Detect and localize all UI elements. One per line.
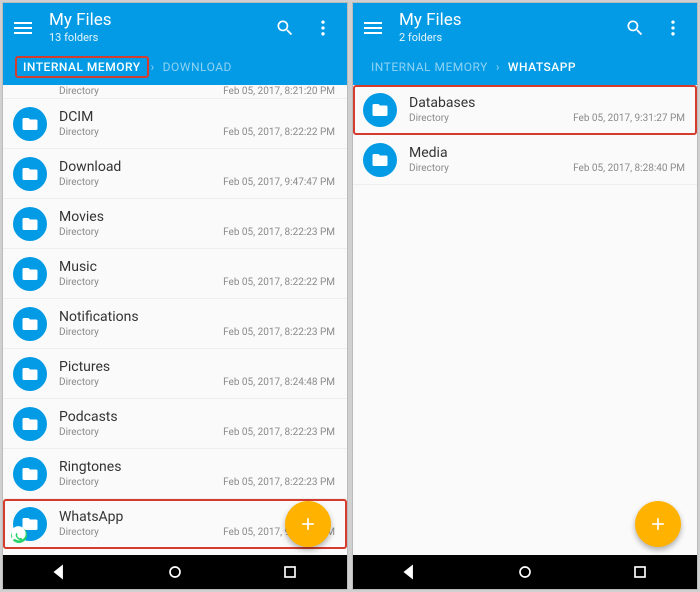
- appbar: My Files 2 folders: [353, 3, 697, 53]
- folder-icon: [363, 93, 397, 127]
- file-list[interactable]: Databases Directory Feb 05, 2017, 9:31:27 …: [353, 85, 697, 555]
- item-name: Podcasts: [59, 409, 335, 425]
- item-name: Media: [409, 145, 685, 161]
- crumb-download[interactable]: DOWNLOAD: [157, 56, 238, 78]
- home-button[interactable]: [515, 562, 535, 582]
- list-item[interactable]: Ringtones Directory Feb 05, 2017, 8:22:23 …: [3, 449, 347, 499]
- folder-icon: [13, 257, 47, 291]
- file-list[interactable]: Directory Feb 05, 2017, 8:21:20 PM DCIMD…: [3, 85, 347, 555]
- app-subtitle: 2 folders: [399, 31, 625, 44]
- item-name: Pictures: [59, 359, 335, 375]
- item-name: DCIM: [59, 109, 335, 125]
- item-type: Directory: [59, 327, 99, 338]
- chevron-right-icon: ›: [496, 60, 500, 74]
- item-name: Ringtones: [59, 459, 335, 475]
- app-title: My Files: [399, 12, 625, 29]
- item-type: Directory: [59, 227, 99, 238]
- item-type: Directory: [59, 377, 99, 388]
- item-date: Feb 05, 2017, 9:31:27 PM: [573, 113, 685, 124]
- item-type: Directory: [59, 277, 99, 288]
- item-date: Feb 05, 2017, 8:22:23 PM: [223, 327, 335, 338]
- breadcrumbs: INTERNAL MEMORY › DOWNLOAD: [3, 53, 347, 85]
- recents-button[interactable]: [630, 562, 650, 582]
- folder-icon: [13, 157, 47, 191]
- list-item[interactable]: Podcasts Directory Feb 05, 2017, 8:22:23 P…: [3, 399, 347, 449]
- folder-icon: [13, 457, 47, 491]
- breadcrumbs: INTERNAL MEMORY › WHATSAPP: [353, 53, 697, 85]
- item-date: Feb 05, 2017, 8:22:23 PM: [223, 477, 335, 488]
- folder-icon: [363, 143, 397, 177]
- app-title: My Files: [49, 12, 275, 29]
- list-item[interactable]: Media Directory Feb 05, 2017, 8:28:40 PM: [353, 135, 697, 185]
- item-name: Notifications: [59, 309, 335, 325]
- crumb-internal-memory[interactable]: INTERNAL MEMORY: [365, 56, 494, 78]
- chevron-right-icon: ›: [151, 60, 155, 74]
- more-icon[interactable]: [663, 18, 683, 38]
- panel-right: My Files 2 folders INTERNAL MEMORY › WHA…: [352, 2, 698, 590]
- folder-icon: [13, 357, 47, 391]
- app-subtitle: 13 folders: [49, 31, 275, 44]
- folder-icon: [13, 107, 47, 141]
- item-date: Feb 05, 2017, 8:22:23 PM: [223, 427, 335, 438]
- item-date: Feb 05, 2017, 9:47:47 PM: [223, 177, 335, 188]
- item-name: Music: [59, 259, 335, 275]
- search-icon[interactable]: [625, 18, 645, 38]
- crumb-internal-memory[interactable]: INTERNAL MEMORY: [15, 56, 149, 78]
- list-item[interactable]: DCIM Directory Feb 05, 2017, 8:22:22 PM: [3, 99, 347, 149]
- back-button[interactable]: [400, 562, 420, 582]
- folder-icon: [13, 507, 47, 541]
- item-type: Directory: [409, 163, 449, 174]
- item-date: Feb 05, 2017, 8:24:48 PM: [223, 377, 335, 388]
- home-button[interactable]: [165, 562, 185, 582]
- item-date: Feb 05, 2017, 8:22:23 PM: [223, 227, 335, 238]
- item-date: Feb 05, 2017, 8:28:40 PM: [573, 163, 685, 174]
- crumb-whatsapp[interactable]: WHATSAPP: [502, 56, 582, 78]
- item-date: Feb 05, 2017, 8:22:22 PM: [223, 277, 335, 288]
- item-type: Directory: [409, 113, 449, 124]
- item-name: Movies: [59, 209, 335, 225]
- item-type: Directory: [59, 177, 99, 188]
- list-item[interactable]: Movies Directory Feb 05, 2017, 8:22:23 PM: [3, 199, 347, 249]
- item-name: Databases: [409, 95, 685, 111]
- list-item[interactable]: Directory Feb 05, 2017, 8:21:20 PM: [3, 85, 347, 99]
- item-type: Directory: [59, 127, 99, 138]
- folder-icon: [13, 207, 47, 241]
- menu-icon[interactable]: [11, 16, 35, 40]
- list-item[interactable]: YSLauncherDirectoryFeb 05, 2017, 8:22:07…: [3, 549, 347, 555]
- recents-button[interactable]: [280, 562, 300, 582]
- android-navbar: [3, 555, 347, 589]
- item-date: Feb 05, 2017, 8:22:22 PM: [223, 127, 335, 138]
- search-icon[interactable]: [275, 18, 295, 38]
- back-button[interactable]: [50, 562, 70, 582]
- fab-add-button[interactable]: [285, 501, 331, 547]
- appbar: My Files 13 folders: [3, 3, 347, 53]
- folder-icon: [13, 307, 47, 341]
- panel-left: My Files 13 folders INTERNAL MEMORY › DO…: [2, 2, 348, 590]
- more-icon[interactable]: [313, 18, 333, 38]
- whatsapp-badge-icon: [11, 527, 27, 543]
- fab-add-button[interactable]: [635, 501, 681, 547]
- item-date: Feb 05, 2017, 8:21:20 PM: [223, 86, 335, 97]
- menu-icon[interactable]: [361, 16, 385, 40]
- list-item-databases[interactable]: Databases Directory Feb 05, 2017, 9:31:27 …: [353, 85, 697, 135]
- item-type: Directory: [59, 527, 99, 538]
- list-item[interactable]: Music Directory Feb 05, 2017, 8:22:22 PM: [3, 249, 347, 299]
- folder-icon: [13, 407, 47, 441]
- item-type: Directory: [59, 477, 99, 488]
- item-type: Directory: [59, 86, 99, 97]
- list-item[interactable]: Notifications Directory Feb 05, 2017, 8:22…: [3, 299, 347, 349]
- item-type: Directory: [59, 427, 99, 438]
- list-item[interactable]: Download Directory Feb 05, 2017, 9:47:47 P…: [3, 149, 347, 199]
- android-navbar: [353, 555, 697, 589]
- item-name: Download: [59, 159, 335, 175]
- list-item[interactable]: Pictures Directory Feb 05, 2017, 8:24:48 P…: [3, 349, 347, 399]
